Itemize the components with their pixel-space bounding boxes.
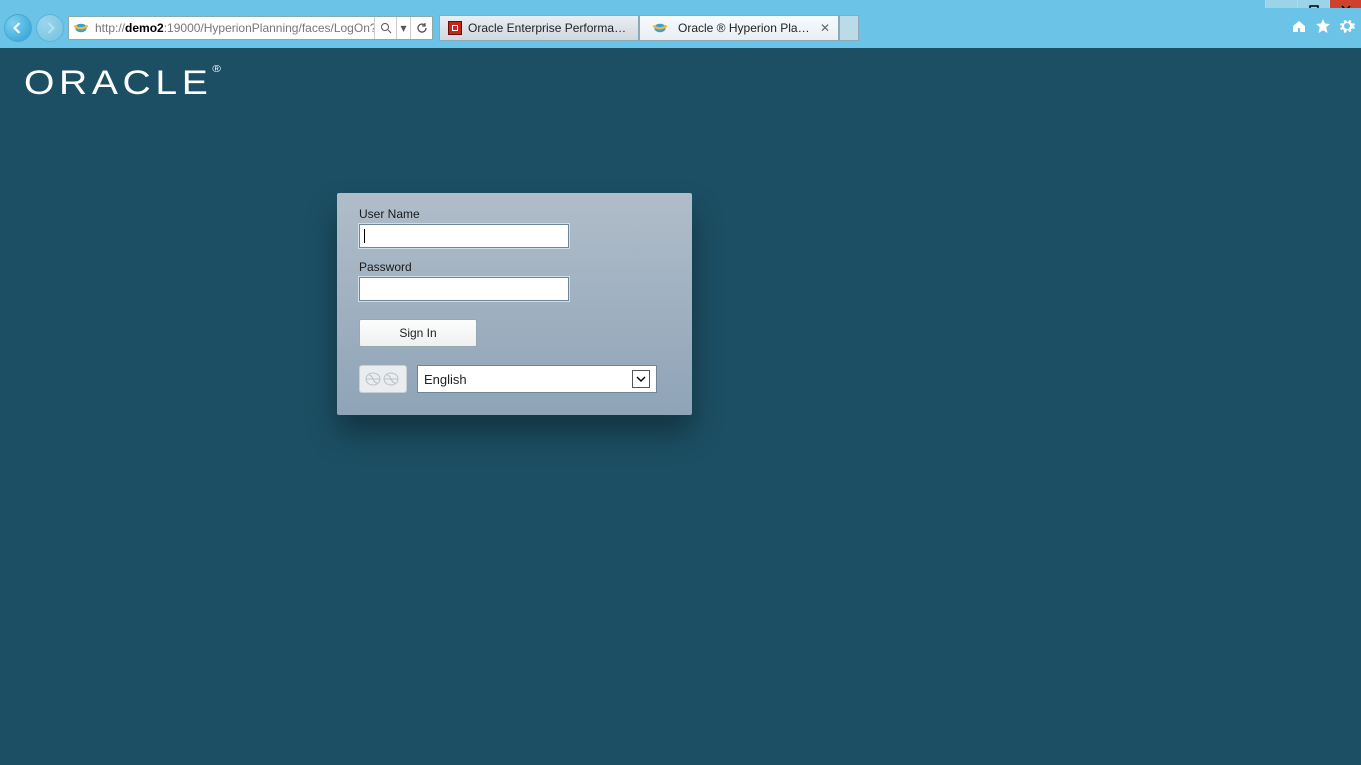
url-host: demo2 — [125, 21, 164, 35]
url-scheme: http:// — [95, 21, 125, 35]
page-content: ORACLE® User Name Password Sign In — [0, 48, 1361, 765]
address-bar[interactable]: http:// demo2 :19000/HyperionPlanning/fa… — [68, 16, 433, 40]
username-input[interactable] — [359, 224, 569, 248]
address-input[interactable]: http:// demo2 :19000/HyperionPlanning/fa… — [93, 17, 374, 39]
globe-icon — [359, 365, 407, 393]
window-title-bar — [0, 0, 1361, 8]
ie-navigation-bar: http:// demo2 :19000/HyperionPlanning/fa… — [0, 8, 1361, 48]
ie-favicon-icon — [72, 19, 90, 37]
tools-icon[interactable] — [1339, 18, 1355, 34]
search-icon[interactable] — [374, 17, 396, 39]
browser-tab-active[interactable]: Oracle ® Hyperion Plannin... ✕ — [639, 15, 839, 41]
language-row: English — [359, 365, 670, 393]
login-panel: User Name Password Sign In English — [337, 193, 692, 415]
tab-label: Oracle ® Hyperion Plannin... — [678, 21, 814, 35]
text-caret — [364, 229, 365, 243]
signin-button[interactable]: Sign In — [359, 319, 477, 347]
search-dropdown-icon[interactable]: ▾ — [396, 17, 410, 39]
oracle-app-icon — [448, 21, 462, 35]
home-icon[interactable] — [1291, 18, 1307, 34]
language-select[interactable]: English — [417, 365, 657, 393]
password-group: Password — [359, 260, 670, 301]
back-button[interactable] — [4, 14, 32, 42]
oracle-logo: ORACLE® — [24, 64, 221, 103]
logo-text: ORACLE — [24, 64, 212, 102]
refresh-icon[interactable] — [410, 17, 432, 39]
browser-tab-inactive[interactable]: Oracle Enterprise Performance ... — [439, 15, 639, 41]
browser-tabs: Oracle Enterprise Performance ... Oracle… — [439, 15, 859, 41]
password-label: Password — [359, 260, 670, 274]
username-label: User Name — [359, 207, 670, 221]
favorites-icon[interactable] — [1315, 18, 1331, 34]
url-path: :19000/HyperionPlanning/faces/LogOn? — [164, 21, 374, 35]
ie-favicon-icon — [651, 19, 669, 37]
username-group: User Name — [359, 207, 670, 248]
registered-mark: ® — [212, 64, 220, 75]
chevron-down-icon — [632, 370, 650, 388]
language-value: English — [424, 372, 632, 387]
tab-close-icon[interactable]: ✕ — [820, 21, 830, 35]
new-tab-button[interactable] — [839, 15, 859, 41]
tab-label: Oracle Enterprise Performance ... — [468, 21, 630, 35]
forward-button[interactable] — [36, 14, 64, 42]
password-input[interactable] — [359, 277, 569, 301]
ie-toolbar-icons — [1291, 18, 1355, 34]
